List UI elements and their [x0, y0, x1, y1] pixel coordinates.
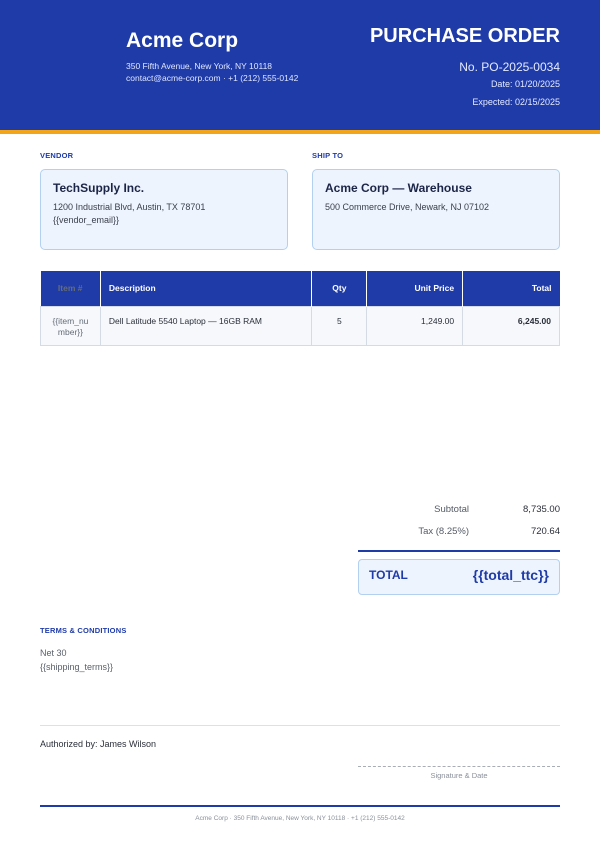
grand-total-label: TOTAL	[369, 568, 408, 582]
shipping-terms: {{shipping_terms}}	[40, 662, 114, 672]
ship-to-name: Acme Corp — Warehouse	[325, 181, 472, 195]
po-number: No. PO-2025-0034	[459, 60, 560, 74]
line-items-table: Item # Description Qty Unit Price Total …	[40, 271, 560, 346]
grand-total-box: TOTAL {{total_ttc}}	[358, 559, 560, 595]
signature-caption: Signature & Date	[430, 771, 488, 780]
cell-qty: 5	[311, 305, 368, 346]
vendor-email: {{vendor_email}}	[53, 215, 120, 225]
footer-text: Acme Corp · 350 Fifth Avenue, New York, …	[195, 815, 405, 822]
table-row: {{item_number}} Dell Latitude 5540 Lapto…	[40, 305, 560, 346]
company-contact: contact@acme-corp.com · +1 (212) 555-014…	[126, 73, 299, 83]
total-rule	[358, 550, 560, 552]
company-address: 350 Fifth Avenue, New York, NY 10118	[126, 61, 273, 71]
subtotal-label: Subtotal	[434, 504, 469, 515]
cell-item-number: {{item_number}}	[40, 305, 101, 346]
header-accent-bar	[0, 130, 600, 134]
column-header-unit-price: Unit Price	[366, 271, 464, 306]
tax-label: Tax (8.25%)	[418, 526, 469, 537]
po-expected-date: Expected: 02/15/2025	[472, 97, 560, 107]
ship-to-label: SHIP TO	[312, 151, 344, 160]
po-date: Date: 01/20/2025	[490, 79, 560, 89]
grand-total-value: {{total_ttc}}	[472, 567, 549, 583]
terms-label: TERMS & CONDITIONS	[40, 626, 127, 635]
document-title: PURCHASE ORDER	[369, 25, 560, 47]
subtotal-value: 8,735.00	[523, 504, 560, 515]
cell-total: 6,245.00	[462, 305, 560, 346]
column-header-total: Total	[462, 271, 560, 306]
footer-rule	[40, 805, 560, 807]
column-header-item: Item #	[40, 271, 101, 306]
table-header-row: Item # Description Qty Unit Price Total	[40, 271, 560, 306]
vendor-label: VENDOR	[40, 151, 74, 160]
cell-description: Dell Latitude 5540 Laptop — 16GB RAM	[99, 305, 313, 346]
signature-line	[358, 766, 560, 767]
vendor-name: TechSupply Inc.	[53, 181, 145, 195]
column-header-description: Description	[100, 271, 313, 306]
ship-to-box: Acme Corp — Warehouse 500 Commerce Drive…	[312, 169, 560, 250]
ship-to-address: 500 Commerce Drive, Newark, NJ 07102	[325, 202, 490, 212]
cell-unit-price: 1,249.00	[366, 305, 464, 346]
vendor-box: TechSupply Inc. 1200 Industrial Blvd, Au…	[40, 169, 288, 250]
tax-value: 720.64	[530, 526, 560, 537]
payment-terms: Net 30	[40, 648, 67, 658]
section-divider	[40, 725, 560, 726]
authorized-by: Authorized by: James Wilson	[40, 739, 157, 749]
header-band: Acme Corp 350 Fifth Avenue, New York, NY…	[0, 0, 600, 130]
vendor-address: 1200 Industrial Blvd, Austin, TX 78701	[53, 202, 206, 212]
column-header-qty: Qty	[311, 271, 368, 306]
company-name: Acme Corp	[126, 29, 239, 52]
